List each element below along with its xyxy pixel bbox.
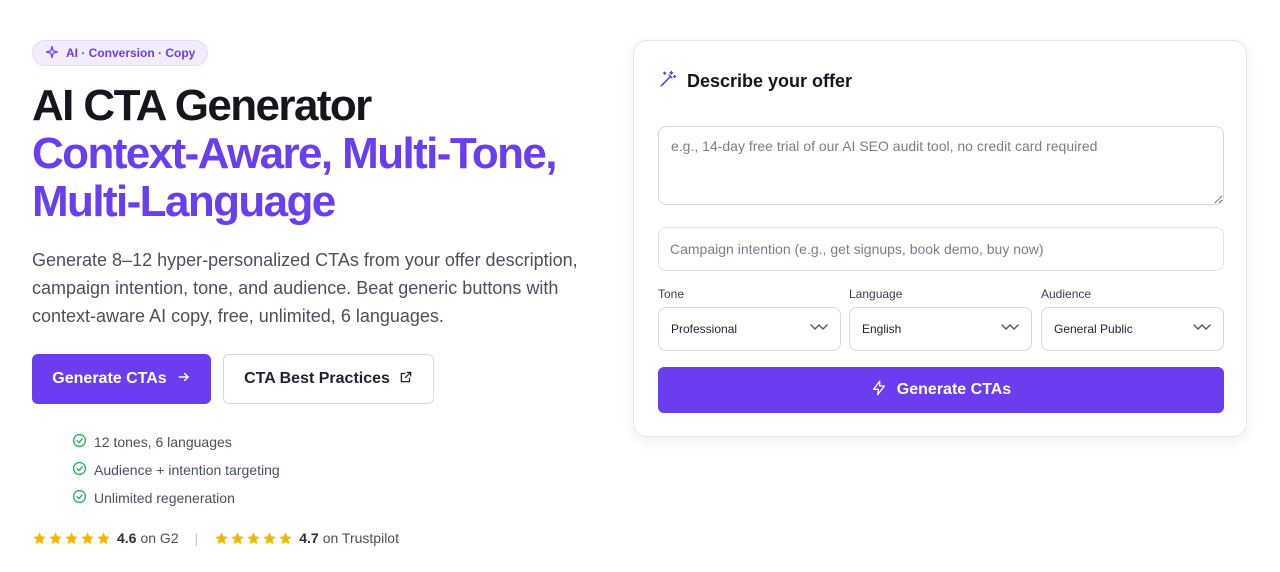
feature-item: 12 tones, 6 languages: [72, 428, 280, 456]
chevron-down-icon: [1001, 322, 1019, 337]
generate-ctas-hero-button[interactable]: Generate CTAs: [32, 354, 211, 404]
ratings-row: 4.6 on G2 | 4.7 on Trustpilot: [32, 528, 399, 548]
generate-ctas-submit-label: Generate CTAs: [896, 381, 1012, 398]
feature-text: Audience + intention targeting: [94, 462, 280, 478]
external-link-icon: [399, 370, 413, 389]
star-icon: [279, 531, 292, 544]
audience-label: Audience: [1041, 287, 1092, 301]
chevron-down-icon: [810, 322, 828, 337]
check-circle-icon: [72, 489, 87, 507]
cta-best-practices-label: CTA Best Practices: [244, 370, 390, 387]
language-label: Language: [849, 287, 903, 301]
rating-separator: |: [194, 530, 199, 546]
language-value: English: [862, 322, 902, 336]
trustpilot-score: 4.7: [299, 530, 319, 546]
audience-select[interactable]: General Public: [1041, 307, 1224, 351]
category-badge: AI · Conversion · Copy: [32, 40, 209, 66]
sparkle-icon: [45, 45, 59, 62]
star-icon: [215, 531, 228, 544]
feature-text: Unlimited regeneration: [94, 490, 235, 506]
hero-description: Generate 8–12 hyper-personalized CTAs fr…: [32, 250, 578, 326]
chevron-down-icon: [1193, 322, 1211, 337]
generate-ctas-submit-button[interactable]: Generate CTAs: [658, 367, 1224, 413]
audience-value: General Public: [1054, 322, 1133, 336]
g2-stars: [32, 531, 111, 546]
g2-source: on G2: [140, 530, 179, 546]
offer-description-textarea[interactable]: [658, 126, 1224, 205]
star-icon: [81, 531, 94, 544]
check-circle-icon: [72, 433, 87, 451]
lightning-icon: [871, 380, 887, 401]
feature-text: 12 tones, 6 languages: [94, 434, 232, 450]
g2-score: 4.6: [117, 530, 137, 546]
trustpilot-source: on Trustpilot: [322, 530, 399, 546]
check-circle-icon: [72, 461, 87, 479]
tone-value: Professional: [671, 322, 738, 336]
magic-wand-icon: [658, 69, 678, 94]
feature-item: Audience + intention targeting: [72, 456, 280, 484]
offer-form-card: Describe your offer Tone Professional La…: [633, 40, 1247, 437]
page-title: AI CTA Generator Context-Aware, Multi-To…: [32, 82, 612, 226]
trustpilot-stars: [214, 531, 293, 546]
star-icon: [33, 531, 46, 544]
generate-ctas-hero-label: Generate CTAs: [52, 370, 167, 387]
tone-select[interactable]: Professional: [658, 307, 841, 351]
title-line-1: AI CTA Generator: [32, 81, 372, 130]
feature-item: Unlimited regeneration: [72, 484, 280, 512]
star-icon: [65, 531, 78, 544]
star-icon: [247, 531, 260, 544]
campaign-intention-input[interactable]: [658, 227, 1224, 271]
star-icon: [97, 531, 110, 544]
cta-best-practices-button[interactable]: CTA Best Practices: [223, 354, 434, 404]
title-line-2: Context-Aware, Multi-Tone, Multi-Languag…: [32, 129, 557, 226]
star-icon: [49, 531, 62, 544]
badge-label: AI · Conversion · Copy: [66, 46, 196, 60]
form-heading: Describe your offer: [658, 69, 852, 94]
star-icon: [263, 531, 276, 544]
arrow-right-icon: [177, 370, 191, 389]
tone-label: Tone: [658, 287, 685, 301]
form-heading-text: Describe your offer: [687, 71, 853, 91]
language-select[interactable]: English: [849, 307, 1032, 351]
star-icon: [231, 531, 244, 544]
feature-list: 12 tones, 6 languages Audience + intenti…: [72, 428, 280, 512]
